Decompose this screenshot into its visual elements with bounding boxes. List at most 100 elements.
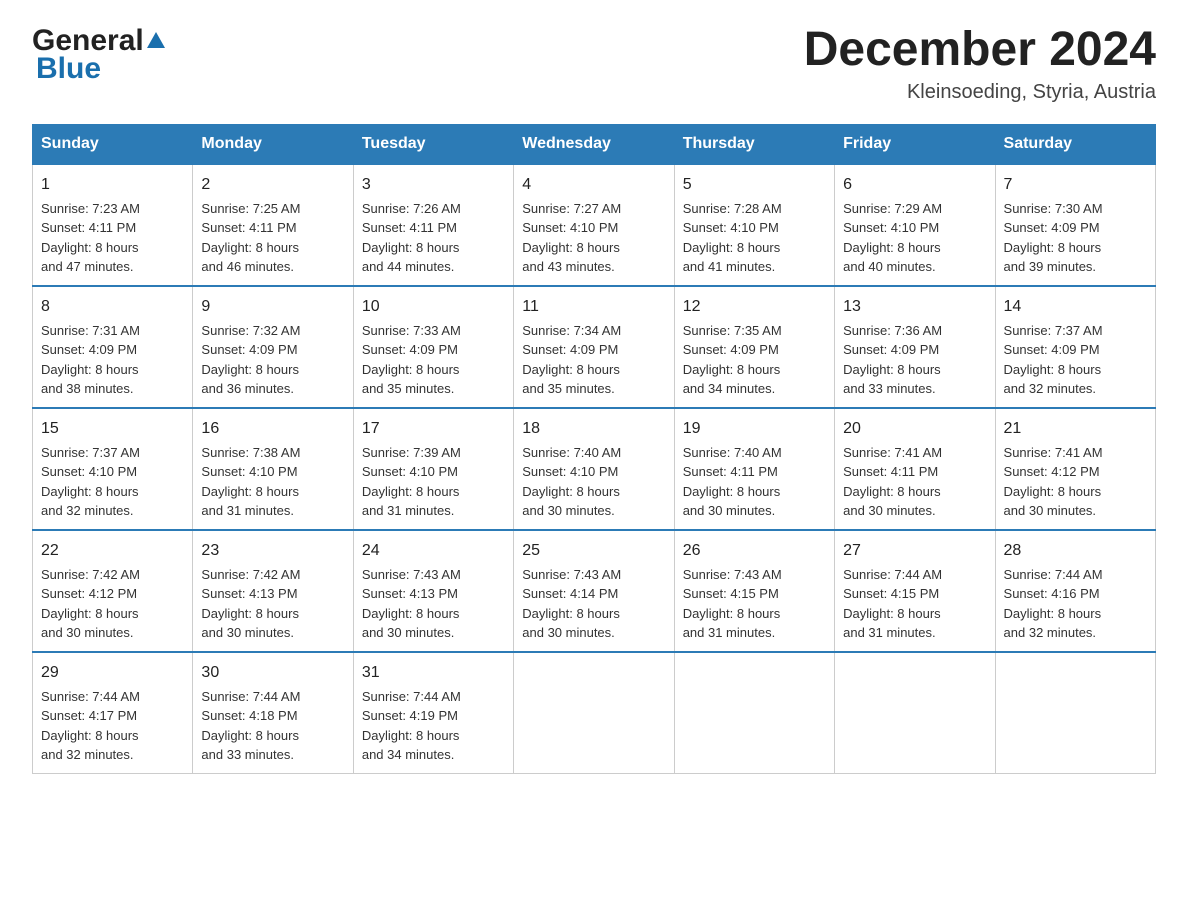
- day-number: 1: [41, 173, 184, 197]
- day-info: Sunrise: 7:42 AMSunset: 4:13 PMDaylight:…: [201, 565, 344, 643]
- header-monday: Monday: [193, 124, 353, 164]
- calendar-week-row: 22Sunrise: 7:42 AMSunset: 4:12 PMDayligh…: [33, 530, 1156, 652]
- day-number: 2: [201, 173, 344, 197]
- day-number: 9: [201, 295, 344, 319]
- table-row: 14Sunrise: 7:37 AMSunset: 4:09 PMDayligh…: [995, 286, 1155, 408]
- day-number: 14: [1004, 295, 1147, 319]
- header-thursday: Thursday: [674, 124, 834, 164]
- logo-icon: [145, 30, 167, 52]
- calendar-week-row: 29Sunrise: 7:44 AMSunset: 4:17 PMDayligh…: [33, 652, 1156, 774]
- table-row: 16Sunrise: 7:38 AMSunset: 4:10 PMDayligh…: [193, 408, 353, 530]
- day-number: 23: [201, 539, 344, 563]
- day-info: Sunrise: 7:40 AMSunset: 4:11 PMDaylight:…: [683, 443, 826, 521]
- table-row: 27Sunrise: 7:44 AMSunset: 4:15 PMDayligh…: [835, 530, 995, 652]
- table-row: 20Sunrise: 7:41 AMSunset: 4:11 PMDayligh…: [835, 408, 995, 530]
- table-row: 15Sunrise: 7:37 AMSunset: 4:10 PMDayligh…: [33, 408, 193, 530]
- page-header: General Blue December 2024 Kleinsoeding,…: [32, 24, 1156, 104]
- table-row: 3Sunrise: 7:26 AMSunset: 4:11 PMDaylight…: [353, 164, 513, 286]
- table-row: 31Sunrise: 7:44 AMSunset: 4:19 PMDayligh…: [353, 652, 513, 774]
- day-number: 24: [362, 539, 505, 563]
- day-info: Sunrise: 7:33 AMSunset: 4:09 PMDaylight:…: [362, 321, 505, 399]
- table-row: [995, 652, 1155, 774]
- header-saturday: Saturday: [995, 124, 1155, 164]
- day-info: Sunrise: 7:44 AMSunset: 4:15 PMDaylight:…: [843, 565, 986, 643]
- calendar-week-row: 8Sunrise: 7:31 AMSunset: 4:09 PMDaylight…: [33, 286, 1156, 408]
- month-year-title: December 2024: [804, 24, 1156, 77]
- day-info: Sunrise: 7:40 AMSunset: 4:10 PMDaylight:…: [522, 443, 665, 521]
- day-number: 3: [362, 173, 505, 197]
- day-number: 25: [522, 539, 665, 563]
- day-info: Sunrise: 7:44 AMSunset: 4:19 PMDaylight:…: [362, 687, 505, 765]
- day-number: 20: [843, 417, 986, 441]
- day-number: 27: [843, 539, 986, 563]
- day-info: Sunrise: 7:42 AMSunset: 4:12 PMDaylight:…: [41, 565, 184, 643]
- table-row: 30Sunrise: 7:44 AMSunset: 4:18 PMDayligh…: [193, 652, 353, 774]
- day-info: Sunrise: 7:43 AMSunset: 4:15 PMDaylight:…: [683, 565, 826, 643]
- table-row: [674, 652, 834, 774]
- calendar-week-row: 1Sunrise: 7:23 AMSunset: 4:11 PMDaylight…: [33, 164, 1156, 286]
- day-number: 26: [683, 539, 826, 563]
- day-info: Sunrise: 7:26 AMSunset: 4:11 PMDaylight:…: [362, 199, 505, 277]
- day-info: Sunrise: 7:44 AMSunset: 4:18 PMDaylight:…: [201, 687, 344, 765]
- table-row: 26Sunrise: 7:43 AMSunset: 4:15 PMDayligh…: [674, 530, 834, 652]
- day-number: 17: [362, 417, 505, 441]
- day-number: 13: [843, 295, 986, 319]
- day-number: 10: [362, 295, 505, 319]
- calendar-header-row: Sunday Monday Tuesday Wednesday Thursday…: [33, 124, 1156, 164]
- day-info: Sunrise: 7:27 AMSunset: 4:10 PMDaylight:…: [522, 199, 665, 277]
- table-row: 6Sunrise: 7:29 AMSunset: 4:10 PMDaylight…: [835, 164, 995, 286]
- day-info: Sunrise: 7:28 AMSunset: 4:10 PMDaylight:…: [683, 199, 826, 277]
- logo-blue-text: Blue: [36, 52, 168, 86]
- table-row: 19Sunrise: 7:40 AMSunset: 4:11 PMDayligh…: [674, 408, 834, 530]
- day-number: 21: [1004, 417, 1147, 441]
- header-sunday: Sunday: [33, 124, 193, 164]
- table-row: 2Sunrise: 7:25 AMSunset: 4:11 PMDaylight…: [193, 164, 353, 286]
- day-number: 22: [41, 539, 184, 563]
- header-friday: Friday: [835, 124, 995, 164]
- day-info: Sunrise: 7:39 AMSunset: 4:10 PMDaylight:…: [362, 443, 505, 521]
- day-info: Sunrise: 7:34 AMSunset: 4:09 PMDaylight:…: [522, 321, 665, 399]
- table-row: 17Sunrise: 7:39 AMSunset: 4:10 PMDayligh…: [353, 408, 513, 530]
- day-info: Sunrise: 7:35 AMSunset: 4:09 PMDaylight:…: [683, 321, 826, 399]
- table-row: [514, 652, 674, 774]
- day-info: Sunrise: 7:30 AMSunset: 4:09 PMDaylight:…: [1004, 199, 1147, 277]
- day-number: 12: [683, 295, 826, 319]
- table-row: 25Sunrise: 7:43 AMSunset: 4:14 PMDayligh…: [514, 530, 674, 652]
- day-number: 8: [41, 295, 184, 319]
- day-number: 28: [1004, 539, 1147, 563]
- day-info: Sunrise: 7:37 AMSunset: 4:10 PMDaylight:…: [41, 443, 184, 521]
- day-number: 15: [41, 417, 184, 441]
- table-row: 8Sunrise: 7:31 AMSunset: 4:09 PMDaylight…: [33, 286, 193, 408]
- table-row: 1Sunrise: 7:23 AMSunset: 4:11 PMDaylight…: [33, 164, 193, 286]
- day-number: 16: [201, 417, 344, 441]
- table-row: 5Sunrise: 7:28 AMSunset: 4:10 PMDaylight…: [674, 164, 834, 286]
- table-row: 4Sunrise: 7:27 AMSunset: 4:10 PMDaylight…: [514, 164, 674, 286]
- day-info: Sunrise: 7:44 AMSunset: 4:17 PMDaylight:…: [41, 687, 184, 765]
- day-info: Sunrise: 7:23 AMSunset: 4:11 PMDaylight:…: [41, 199, 184, 277]
- calendar-table: Sunday Monday Tuesday Wednesday Thursday…: [32, 124, 1156, 774]
- table-row: 24Sunrise: 7:43 AMSunset: 4:13 PMDayligh…: [353, 530, 513, 652]
- table-row: 10Sunrise: 7:33 AMSunset: 4:09 PMDayligh…: [353, 286, 513, 408]
- table-row: 29Sunrise: 7:44 AMSunset: 4:17 PMDayligh…: [33, 652, 193, 774]
- table-row: 21Sunrise: 7:41 AMSunset: 4:12 PMDayligh…: [995, 408, 1155, 530]
- location-subtitle: Kleinsoeding, Styria, Austria: [804, 81, 1156, 104]
- table-row: 22Sunrise: 7:42 AMSunset: 4:12 PMDayligh…: [33, 530, 193, 652]
- day-number: 5: [683, 173, 826, 197]
- table-row: 7Sunrise: 7:30 AMSunset: 4:09 PMDaylight…: [995, 164, 1155, 286]
- header-wednesday: Wednesday: [514, 124, 674, 164]
- day-info: Sunrise: 7:44 AMSunset: 4:16 PMDaylight:…: [1004, 565, 1147, 643]
- day-number: 6: [843, 173, 986, 197]
- table-row: [835, 652, 995, 774]
- day-info: Sunrise: 7:43 AMSunset: 4:13 PMDaylight:…: [362, 565, 505, 643]
- day-number: 18: [522, 417, 665, 441]
- title-area: December 2024 Kleinsoeding, Styria, Aust…: [804, 24, 1156, 104]
- day-info: Sunrise: 7:37 AMSunset: 4:09 PMDaylight:…: [1004, 321, 1147, 399]
- table-row: 11Sunrise: 7:34 AMSunset: 4:09 PMDayligh…: [514, 286, 674, 408]
- day-info: Sunrise: 7:32 AMSunset: 4:09 PMDaylight:…: [201, 321, 344, 399]
- logo-area: General Blue: [32, 24, 168, 86]
- calendar-week-row: 15Sunrise: 7:37 AMSunset: 4:10 PMDayligh…: [33, 408, 1156, 530]
- day-info: Sunrise: 7:41 AMSunset: 4:11 PMDaylight:…: [843, 443, 986, 521]
- table-row: 12Sunrise: 7:35 AMSunset: 4:09 PMDayligh…: [674, 286, 834, 408]
- table-row: 13Sunrise: 7:36 AMSunset: 4:09 PMDayligh…: [835, 286, 995, 408]
- table-row: 9Sunrise: 7:32 AMSunset: 4:09 PMDaylight…: [193, 286, 353, 408]
